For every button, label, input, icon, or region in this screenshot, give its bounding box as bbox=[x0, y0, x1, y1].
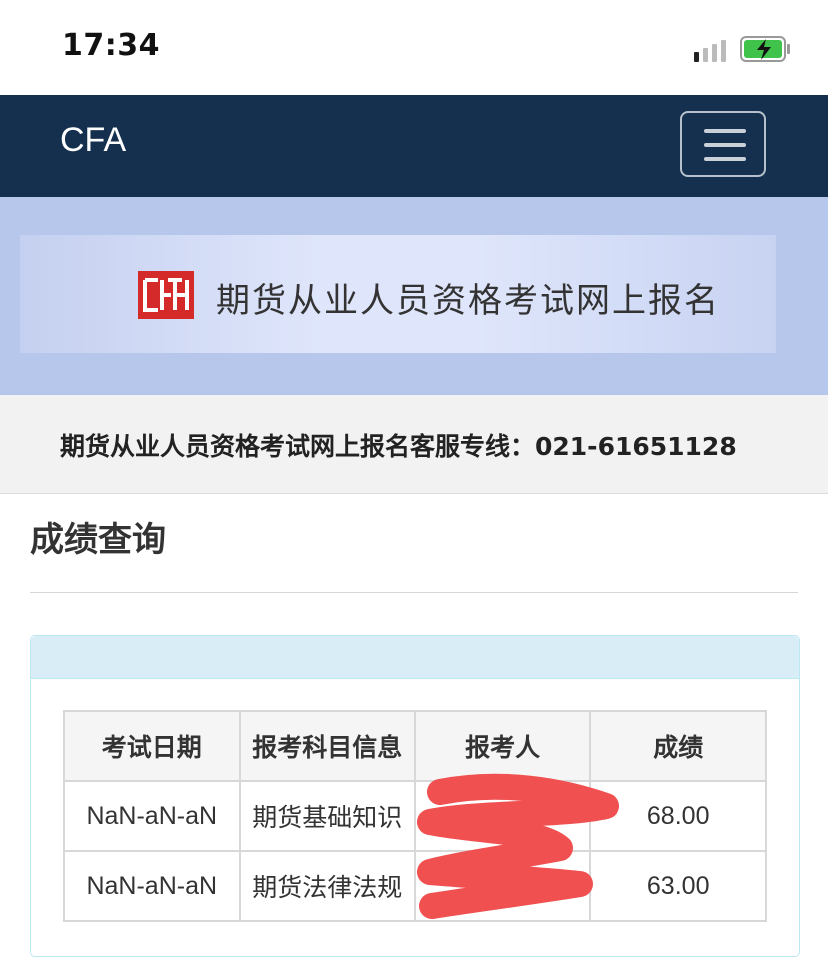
column-header-score: 成绩 bbox=[589, 710, 767, 782]
results-panel: 考试日期 报考科目信息 报考人 成绩 NaN-aN-aN 期货基础知识 68.0… bbox=[30, 635, 800, 957]
cell-person bbox=[413, 850, 592, 922]
cell-score: 68.00 bbox=[589, 780, 767, 852]
battery-charging-icon bbox=[740, 36, 790, 62]
status-bar: 17:34 bbox=[0, 0, 828, 95]
menu-toggle-button[interactable] bbox=[680, 111, 766, 177]
column-header-person: 报考人 bbox=[413, 710, 592, 782]
navbar: CFA bbox=[0, 95, 828, 197]
banner-title: 期货从业人员资格考试网上报名 bbox=[216, 281, 720, 321]
cell-date: NaN-aN-aN bbox=[63, 850, 241, 922]
navbar-brand[interactable]: CFA bbox=[60, 121, 126, 160]
page-title: 成绩查询 bbox=[30, 520, 166, 560]
panel-heading bbox=[31, 636, 799, 679]
table-row: NaN-aN-aN 期货法律法规 63.00 bbox=[63, 850, 767, 922]
divider bbox=[30, 592, 798, 593]
hamburger-menu-icon bbox=[704, 129, 746, 133]
signal-bars-icon bbox=[694, 40, 726, 62]
cell-person bbox=[413, 780, 592, 852]
status-time: 17:34 bbox=[62, 28, 160, 63]
cell-score: 63.00 bbox=[589, 850, 767, 922]
cell-subject: 期货基础知识 bbox=[238, 780, 416, 852]
column-header-date: 考试日期 bbox=[63, 710, 241, 782]
cell-date: NaN-aN-aN bbox=[63, 780, 241, 852]
scores-table: 考试日期 报考科目信息 报考人 成绩 NaN-aN-aN 期货基础知识 68.0… bbox=[63, 710, 767, 922]
column-header-subject: 报考科目信息 bbox=[238, 710, 416, 782]
banner-inner: 期货从业人员资格考试网上报名 bbox=[20, 235, 776, 353]
hotline-bar: 期货从业人员资格考试网上报名客服专线：021-61651128 bbox=[0, 395, 828, 494]
header-banner: 期货从业人员资格考试网上报名 bbox=[0, 197, 828, 395]
hotline-text: 期货从业人员资格考试网上报名客服专线：021-61651128 bbox=[60, 432, 737, 461]
table-header-row: 考试日期 报考科目信息 报考人 成绩 bbox=[63, 710, 767, 782]
cfa-logo-icon bbox=[138, 271, 194, 319]
cell-subject: 期货法律法规 bbox=[238, 850, 416, 922]
table-row: NaN-aN-aN 期货基础知识 68.00 bbox=[63, 780, 767, 852]
